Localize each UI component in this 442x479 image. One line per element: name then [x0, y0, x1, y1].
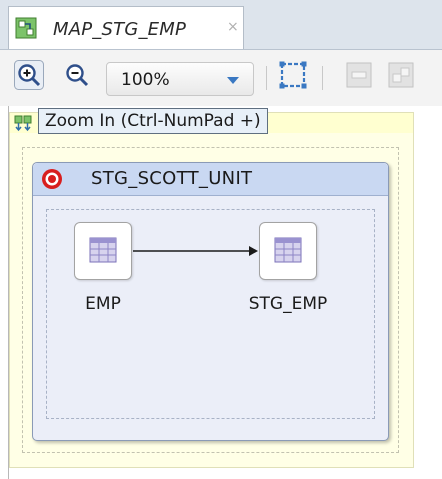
target-table-label: STG_EMP [248, 294, 328, 314]
auto-layout-icon[interactable] [386, 60, 416, 90]
editor-tab-strip: MAP_STG_EMP × [0, 0, 442, 50]
fit-to-window-icon[interactable] [278, 60, 308, 90]
zoom-in-tooltip: Zoom In (Ctrl-NumPad +) [38, 108, 268, 134]
target-table-node[interactable] [259, 222, 317, 280]
tab-title: MAP_STG_EMP [53, 19, 187, 40]
diagram-toolbar: 100% [0, 50, 442, 106]
layout-icon[interactable] [344, 60, 374, 90]
table-icon [274, 237, 302, 263]
mapping-icon [15, 17, 37, 39]
source-table-label: EMP [85, 294, 121, 314]
dataflow-icon [14, 115, 32, 133]
zoom-value: 100% [121, 70, 170, 90]
connector-arrow[interactable] [133, 241, 259, 261]
source-table-node[interactable] [74, 222, 132, 280]
execution-unit-header[interactable]: STG_SCOTT_UNIT [33, 163, 388, 196]
diagram-canvas[interactable]: STG_SCOTT_UNIT EMP STG_EMP [8, 106, 442, 479]
chevron-down-icon [227, 77, 239, 84]
zoom-out-icon[interactable] [62, 60, 92, 90]
table-icon [89, 237, 117, 263]
zoom-in-icon[interactable] [14, 60, 44, 90]
execution-unit-icon [41, 168, 63, 190]
toolbar-separator [266, 66, 267, 90]
dataflow-container[interactable]: STG_SCOTT_UNIT EMP STG_EMP [9, 112, 414, 468]
zoom-level-select[interactable]: 100% [106, 62, 254, 96]
close-icon[interactable]: × [227, 19, 239, 35]
execution-unit[interactable]: STG_SCOTT_UNIT EMP STG_EMP [32, 162, 389, 441]
toolbar-separator [322, 66, 323, 90]
execution-unit-title: STG_SCOTT_UNIT [91, 168, 253, 189]
tab-map-stg-emp[interactable]: MAP_STG_EMP × [8, 6, 244, 49]
